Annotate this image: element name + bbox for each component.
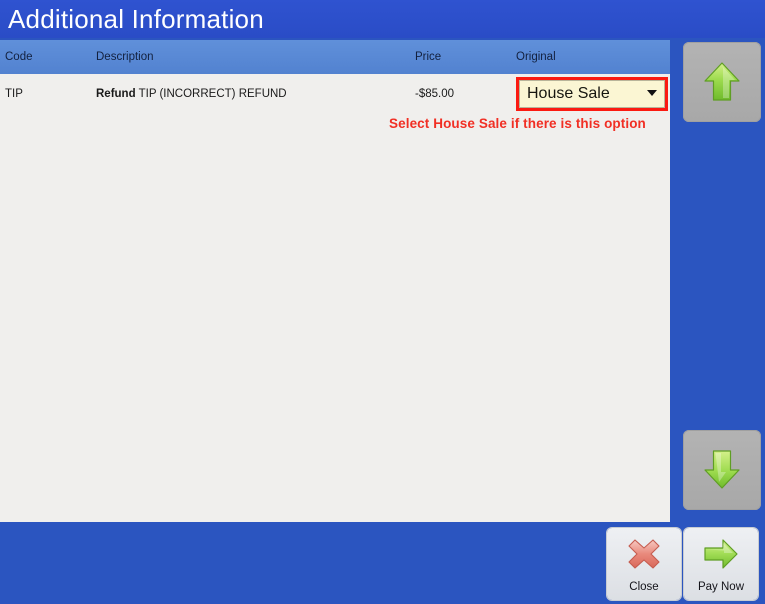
cell-description-bold: Refund — [96, 88, 136, 100]
close-button[interactable]: Close — [607, 528, 681, 600]
cell-price: -$85.00 — [415, 88, 455, 100]
column-header-description: Description — [96, 51, 154, 63]
scroll-up-button[interactable] — [683, 42, 761, 122]
column-header-original: Original — [516, 51, 556, 63]
pay-now-button[interactable]: Pay Now — [684, 528, 758, 600]
grid-header-row: Code Description Price Original — [0, 40, 670, 74]
table-row[interactable]: TIP Refund TIP (INCORRECT) REFUND -$85.0… — [0, 74, 670, 114]
cell-description: Refund TIP (INCORRECT) REFUND — [96, 74, 287, 114]
close-cross-icon — [628, 539, 660, 569]
additional-information-grid: Code Description Price Original TIP Refu… — [0, 40, 670, 522]
close-button-label: Close — [629, 581, 659, 593]
chevron-down-icon[interactable] — [647, 90, 657, 96]
cell-description-rest: TIP (INCORRECT) REFUND — [135, 88, 287, 100]
arrow-right-icon — [704, 539, 738, 569]
column-header-price: Price — [415, 51, 442, 63]
cell-code: TIP — [5, 88, 23, 100]
window-title-bar: Additional Information — [0, 0, 765, 38]
annotation-text: Select House Sale if there is this optio… — [389, 116, 646, 131]
pay-now-button-label: Pay Now — [697, 581, 745, 593]
original-select[interactable]: House Sale — [519, 80, 665, 108]
scroll-down-button[interactable] — [683, 430, 761, 510]
grid-body: TIP Refund TIP (INCORRECT) REFUND -$85.0… — [0, 74, 670, 522]
original-select-value: House Sale — [527, 85, 610, 102]
column-header-code: Code — [5, 51, 33, 63]
page-title: Additional Information — [8, 4, 264, 34]
arrow-down-icon — [704, 450, 740, 489]
arrow-up-icon — [704, 62, 740, 101]
original-dropdown-highlight: House Sale — [516, 77, 668, 111]
